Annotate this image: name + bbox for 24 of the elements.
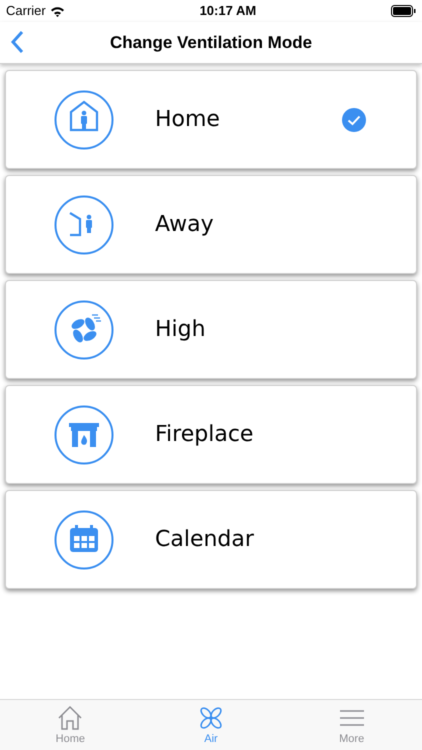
mode-label: Home [155,106,221,134]
fireplace-icon [54,404,114,464]
screen-title: Change Ventilation Mode [110,32,312,54]
mode-card[interactable]: Fireplace [5,385,417,484]
mode-card[interactable]: High [5,280,417,379]
calendar-icon [54,510,114,570]
carrier-label: Carrier [6,2,46,20]
mode-card[interactable]: Calendar [5,490,417,589]
mode-label: Away [155,211,215,239]
battery-icon [391,5,416,17]
house-icon [56,705,84,731]
mode-card[interactable]: Away [5,175,417,274]
doorway-person-icon [54,194,114,254]
fan-icon [198,705,224,731]
wifi-icon [50,6,65,16]
back-button[interactable] [10,30,24,54]
house-person-icon [54,90,114,150]
mode-card[interactable]: Home [5,70,417,169]
mode-label: High [155,316,207,344]
mode-label: Calendar [155,526,255,554]
mode-label: Fireplace [155,421,254,449]
fan-icon [54,300,114,360]
chevron-left-icon [10,30,24,54]
clock-time: 10:17 AM [200,2,256,20]
